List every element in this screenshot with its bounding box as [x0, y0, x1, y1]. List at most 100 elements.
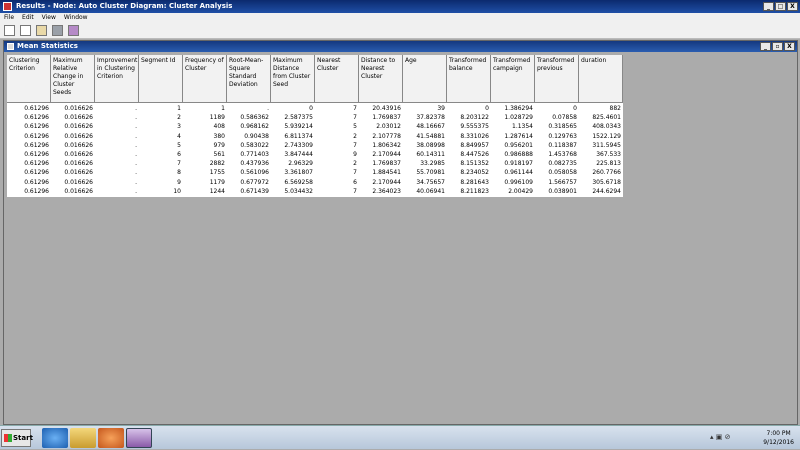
- table-cell: 0.671439: [240, 187, 269, 195]
- table-cell: 8.234052: [460, 169, 489, 177]
- table-cell: 3.361807: [284, 169, 313, 177]
- table-cell: 0.61296: [24, 123, 49, 131]
- internet-explorer-icon[interactable]: [42, 428, 68, 448]
- table-cell: 8: [177, 169, 181, 177]
- table-cell: 0.986888: [504, 151, 533, 158]
- table-cell: 380: [213, 132, 225, 140]
- table-cell: 5.939214: [284, 123, 313, 131]
- table-cell: 2.170944: [372, 151, 401, 158]
- table-cell: 0.61296: [24, 187, 49, 195]
- menu-file[interactable]: File: [0, 13, 18, 23]
- table-cell: .: [135, 123, 137, 131]
- taskbar: Start ▴ ▣ ⊘ 7:00 PM 9/12/2016: [0, 425, 800, 449]
- table-cell: 0.61296: [24, 151, 49, 158]
- table-cell: 244.6294: [592, 187, 621, 195]
- file-explorer-icon[interactable]: [70, 428, 96, 448]
- table-cell: 2: [353, 160, 357, 168]
- table-cell: 0.016626: [64, 141, 93, 149]
- column-header[interactable]: Distance to Nearest Cluster: [359, 55, 403, 103]
- column-header[interactable]: Age: [403, 55, 447, 103]
- table-cell: 10: [173, 187, 181, 195]
- table-cell: 561: [213, 151, 225, 158]
- column-header[interactable]: Improvement in Clustering Criterion: [95, 55, 139, 103]
- subwindow-maximize-button[interactable]: ▫: [772, 42, 783, 51]
- table-cell: 367.533: [596, 151, 621, 158]
- table-cell: 1.1354: [512, 123, 533, 131]
- start-label: Start: [13, 434, 33, 442]
- table-cell: 48.16667: [416, 123, 445, 131]
- column-header[interactable]: Root-Mean-Square Standard Deviation: [227, 55, 271, 103]
- column-header[interactable]: Maximum Relative Change in Cluster Seeds: [51, 55, 95, 103]
- column-header[interactable]: Transformed balance: [447, 55, 491, 103]
- mean-statistics-titlebar: Mean Statistics _ ▫ X: [4, 41, 797, 52]
- table-cell: 33.2985: [420, 160, 445, 168]
- menu-window[interactable]: Window: [60, 13, 92, 23]
- column-header[interactable]: Transformed previous: [535, 55, 579, 103]
- table-cell: 9: [177, 178, 181, 186]
- table-cell: 2.587375: [284, 114, 313, 122]
- table-cell: 7: [353, 169, 357, 177]
- table-cell: 1.884541: [372, 169, 401, 177]
- column-header[interactable]: Transformed campaign: [491, 55, 535, 103]
- table-cell: 38.08998: [416, 141, 445, 149]
- table-cell: .: [135, 132, 137, 140]
- menu-edit[interactable]: Edit: [18, 13, 38, 23]
- new-document-icon[interactable]: [4, 25, 15, 36]
- table-cell: 0.082735: [548, 160, 577, 168]
- table-cell: .: [135, 105, 137, 112]
- run-icon[interactable]: [68, 25, 79, 36]
- close-button[interactable]: X: [787, 2, 798, 11]
- table-cell: 1755: [209, 169, 225, 177]
- table-cell: 0.586362: [240, 114, 269, 122]
- table-cell: 6.811374: [284, 132, 313, 140]
- subwindow-close-button[interactable]: X: [784, 42, 795, 51]
- clock[interactable]: 7:00 PM 9/12/2016: [763, 429, 794, 447]
- table-cell: 1.769837: [372, 114, 401, 122]
- table-cell: .: [135, 178, 137, 186]
- table-cell: 1.287614: [504, 132, 533, 140]
- column-header[interactable]: Maximum Distance from Cluster Seed: [271, 55, 315, 103]
- table-cell: 2882: [209, 160, 225, 168]
- print-icon[interactable]: [36, 25, 47, 36]
- column-header[interactable]: Frequency of Cluster: [183, 55, 227, 103]
- table-cell: 8.151352: [460, 160, 489, 168]
- maximize-button[interactable]: □: [775, 2, 786, 11]
- column-header[interactable]: Nearest Cluster: [315, 55, 359, 103]
- subwindow-minimize-button[interactable]: _: [760, 42, 771, 51]
- table-cell: 34.75657: [416, 178, 445, 186]
- table-cell: 1: [221, 105, 225, 112]
- column-header[interactable]: Segment Id: [139, 55, 183, 103]
- table-icon[interactable]: [52, 25, 63, 36]
- table-cell: 0: [573, 105, 577, 112]
- table-cell: 9: [353, 151, 357, 158]
- minimize-button[interactable]: _: [763, 2, 774, 11]
- table-cell: 60.14311: [416, 151, 445, 158]
- media-player-icon[interactable]: [98, 428, 124, 448]
- table-cell: 39: [437, 105, 445, 112]
- toolbar: [0, 23, 800, 39]
- tray-icons[interactable]: ▴ ▣ ⊘: [710, 433, 730, 441]
- enterprise-miner-icon[interactable]: [126, 428, 152, 448]
- copy-icon[interactable]: [20, 25, 31, 36]
- table-cell: 8.281643: [460, 178, 489, 186]
- table-cell: 0.61296: [24, 160, 49, 168]
- table-cell: 5: [353, 123, 357, 131]
- start-button[interactable]: Start: [1, 429, 33, 447]
- menu-view[interactable]: View: [38, 13, 60, 23]
- table-cell: 2.03012: [376, 123, 401, 131]
- table-cell: 5.034432: [284, 187, 313, 195]
- subwindow-title: Mean Statistics: [17, 42, 78, 50]
- table-cell: 2.743309: [284, 141, 313, 149]
- table-cell: 0.016626: [64, 114, 93, 122]
- table-cell: .: [135, 169, 137, 177]
- table-cell: 225.813: [596, 160, 621, 168]
- table-cell: .: [135, 187, 137, 195]
- column-header[interactable]: duration: [579, 55, 623, 103]
- windows-logo-icon: [4, 434, 12, 442]
- column-header[interactable]: Clustering Criterion: [7, 55, 51, 103]
- table-cell: 6.569258: [284, 178, 313, 186]
- table-cell: 0.61296: [24, 178, 49, 186]
- table-cell: 7: [353, 187, 357, 195]
- table-cell: 0.961144: [504, 169, 533, 177]
- table-cell: .: [135, 114, 137, 122]
